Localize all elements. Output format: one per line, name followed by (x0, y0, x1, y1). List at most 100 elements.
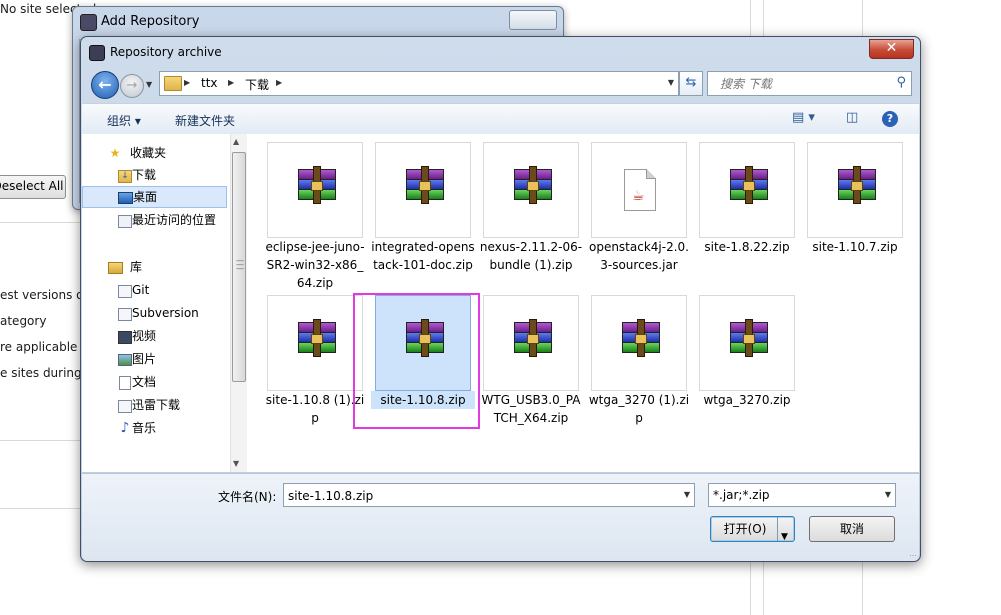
highlight-annotation (353, 293, 480, 429)
winrar-archive-icon (510, 166, 554, 209)
nav-label: 图片 (132, 352, 157, 366)
file-name: site-1.10.8 (1).zip (265, 393, 365, 425)
close-icon: ✕ (885, 40, 898, 56)
recent-pages-dropdown[interactable]: ▼ (146, 80, 152, 89)
help-icon[interactable]: ? (882, 111, 898, 127)
file-name: wtga_3270.zip (703, 393, 791, 407)
nav-libraries[interactable]: 库 (82, 256, 227, 278)
add-repository-title: Add Repository (101, 14, 200, 29)
file-name: WTG_USB3.0_PATCH_X64.zip (481, 393, 581, 425)
nav-item-videos[interactable]: 视频 (82, 325, 227, 347)
eclipse-icon (80, 14, 97, 31)
chevron-down-icon[interactable]: ▼ (668, 78, 674, 87)
nav-scrollbar[interactable]: ▲ — — — ▼ (230, 134, 247, 472)
recent-places-icon (118, 215, 132, 228)
open-button[interactable]: 打开(O) ▼ (710, 516, 795, 542)
filename-input[interactable] (284, 484, 680, 508)
dialog-title: Repository archive (110, 45, 222, 59)
back-button[interactable]: ← (91, 71, 119, 99)
winrar-archive-icon (726, 319, 770, 362)
new-folder-button[interactable]: 新建文件夹 (175, 112, 235, 129)
file-name: nexus-2.11.2-06-bundle (1).zip (479, 240, 583, 272)
chevron-down-icon[interactable]: ▼ (684, 490, 690, 499)
winrar-archive-icon (510, 319, 554, 362)
nav-item-documents[interactable]: 文档 (82, 371, 227, 393)
file-thumbnail (807, 142, 903, 238)
arrow-right-icon: → (126, 78, 138, 93)
nav-item-pictures[interactable]: 图片 (82, 348, 227, 370)
file-thumbnail (591, 295, 687, 391)
nav-item-recent-places[interactable]: 最近访问的位置 (82, 209, 227, 231)
winrar-archive-icon (834, 166, 878, 209)
chevron-down-icon[interactable]: ▼ (885, 490, 891, 499)
file-name: site-1.10.7.zip (812, 240, 898, 254)
preview-pane-icon[interactable]: ◫ (846, 110, 858, 125)
nav-item-git[interactable]: Git (82, 279, 227, 301)
file-thumbnail: ☕ (591, 142, 687, 238)
deselect-all-button[interactable]: Deselect All (0, 175, 66, 199)
divider (0, 222, 80, 223)
nav-item-subversion[interactable]: Subversion (82, 302, 227, 324)
downloads-folder-icon: ↓ (118, 170, 132, 183)
file-name: integrated-openstack-101-doc.zip (371, 240, 475, 272)
cancel-button[interactable]: 取消 (809, 516, 895, 542)
nav-label: 库 (130, 260, 143, 274)
winrar-archive-icon (618, 319, 662, 362)
pictures-icon (118, 354, 132, 366)
file-thumbnail (267, 142, 363, 238)
filetype-select[interactable]: *.jar;*.zip ▼ (708, 483, 896, 507)
file-name: openstack4j-2.0.3-sources.jar (588, 240, 689, 272)
add-repository-close-button[interactable] (509, 10, 557, 30)
nav-label: 迅雷下载 (132, 398, 181, 412)
file-list: eclipse-jee-juno-SR2-win32-x86_64.zip in… (247, 134, 919, 472)
nav-item-desktop[interactable]: 桌面 (82, 186, 227, 208)
video-icon (118, 331, 132, 344)
nav-item-downloads[interactable]: ↓ 下载 (82, 164, 227, 186)
breadcrumb-ttx[interactable]: ttx (201, 76, 218, 90)
music-icon: ♪ (120, 420, 130, 436)
chevron-down-icon: ▼ (781, 532, 788, 542)
organize-button[interactable]: 组织 ▾ (107, 112, 141, 129)
git-library-icon (118, 285, 132, 298)
library-icon (108, 262, 123, 274)
navigation-pane: ★ 收藏夹 ↓ 下载 桌面 最近访问的位置 库 Git Subversion 视… (82, 134, 229, 472)
nav-label: Git (132, 283, 150, 297)
filetype-value: *.jar;*.zip (713, 488, 770, 502)
nav-label: 文档 (132, 375, 157, 389)
scroll-down-icon[interactable]: ▼ (233, 459, 239, 468)
nav-favorites[interactable]: ★ 收藏夹 (82, 142, 227, 164)
refresh-button[interactable]: ⇆ (679, 71, 703, 96)
resize-grip-icon[interactable]: … (909, 549, 917, 558)
nav-label: 收藏夹 (130, 146, 167, 160)
file-name: wtga_3270 (1).zip (588, 393, 690, 425)
search-input[interactable] (708, 72, 886, 95)
filename-combobox[interactable]: ▼ (283, 483, 695, 508)
open-split-dropdown[interactable]: ▼ (777, 517, 794, 542)
nav-label: 最近访问的位置 (132, 213, 217, 227)
search-icon[interactable]: ⚲ (896, 75, 906, 90)
address-bar[interactable]: ▶ ttx ▶ 下载 ▶ ▼ (159, 71, 679, 96)
chevron-right-icon[interactable]: ▶ (184, 78, 190, 87)
chevron-right-icon[interactable]: ▶ (228, 78, 234, 87)
nav-item-music[interactable]: ♪ 音乐 (82, 417, 227, 439)
file-thumbnail (375, 142, 471, 238)
forward-button[interactable]: → (120, 74, 144, 98)
breadcrumb-downloads[interactable]: 下载 (245, 76, 269, 93)
divider (0, 508, 80, 509)
scroll-up-icon[interactable]: ▲ (233, 137, 239, 146)
documents-icon (119, 376, 131, 390)
desktop-icon (118, 192, 133, 204)
scrollbar-thumb[interactable]: — — — (232, 152, 246, 382)
view-options-icon[interactable]: ▤ ▾ (792, 110, 815, 125)
close-button[interactable]: ✕ (869, 39, 914, 59)
winrar-archive-icon (294, 166, 338, 209)
chevron-right-icon[interactable]: ▶ (276, 78, 282, 87)
winrar-archive-icon (402, 166, 446, 209)
dialog-footer: 文件名(N): ▼ *.jar;*.zip ▼ 打开(O) ▼ 取消 … (82, 473, 919, 561)
nav-item-xunlei-downloads[interactable]: 迅雷下载 (82, 394, 227, 416)
option-text: est versions of (0, 288, 88, 302)
nav-label: 桌面 (133, 190, 158, 204)
option-text: ategory (0, 314, 47, 328)
divider (0, 440, 80, 441)
search-box[interactable]: ⚲ (707, 71, 912, 96)
